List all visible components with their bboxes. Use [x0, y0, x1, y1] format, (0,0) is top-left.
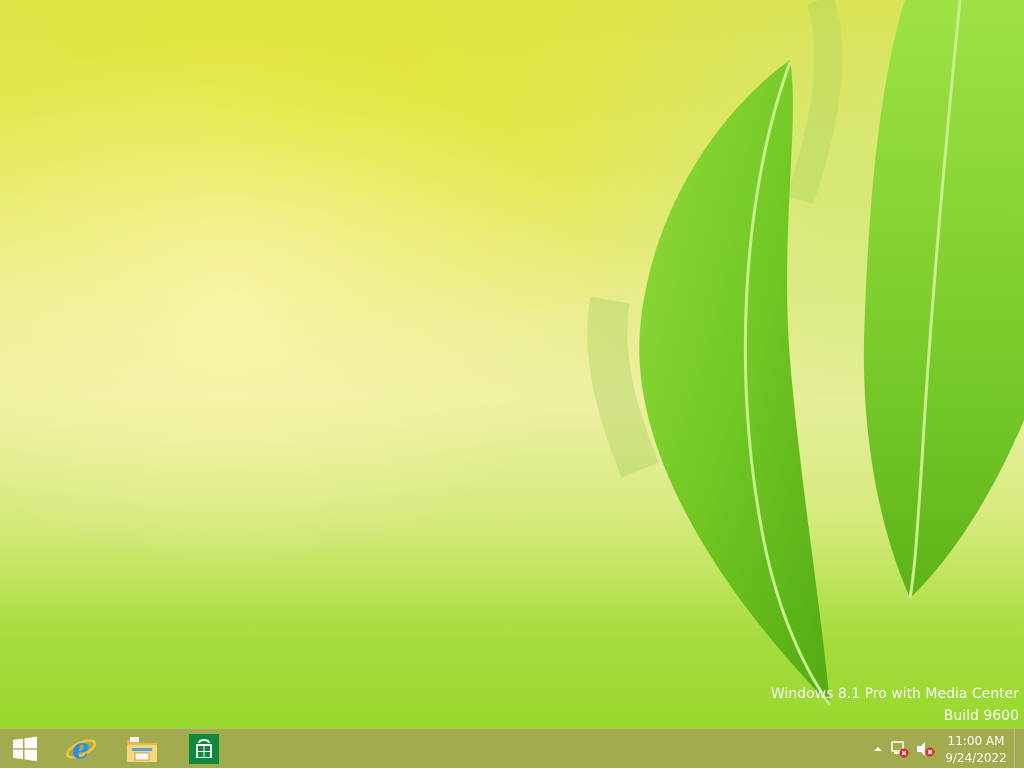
network-button[interactable]	[888, 729, 912, 769]
svg-text:e: e	[72, 732, 90, 765]
windows-watermark: Windows 8.1 Pro with Media Center Build …	[771, 683, 1019, 727]
leaf-right	[863, 0, 1024, 598]
file-explorer-icon	[127, 737, 157, 762]
volume-button[interactable]	[912, 729, 938, 769]
clock-time: 11:00 AM	[947, 734, 1005, 748]
system-tray: 11:00 AM 9/24/2022	[868, 729, 1024, 769]
watermark-build: Build 9600	[943, 708, 1019, 724]
store-button[interactable]	[175, 729, 233, 769]
show-desktop-button[interactable]	[1014, 729, 1024, 769]
show-hidden-icons-button[interactable]	[868, 729, 888, 769]
chevron-up-icon	[874, 747, 882, 751]
taskbar: e 11:00 AM 9/24/2022	[0, 728, 1024, 769]
start-button[interactable]	[0, 729, 50, 769]
watermark-edition: Windows 8.1 Pro with Media Center	[770, 686, 1019, 702]
clock-date: 9/24/2022	[945, 751, 1007, 765]
wallpaper-leaves	[587, 0, 1024, 706]
desktop[interactable]: Windows 8.1 Pro with Media Center Build …	[0, 0, 1024, 728]
network-disconnected-icon	[891, 741, 909, 758]
clock[interactable]: 11:00 AM 9/24/2022	[938, 729, 1014, 769]
windows-logo-icon	[13, 736, 37, 762]
file-explorer-button[interactable]	[113, 729, 171, 769]
volume-muted-icon	[917, 742, 935, 757]
internet-explorer-button[interactable]: e	[52, 729, 110, 769]
store-icon	[189, 734, 219, 764]
internet-explorer-icon: e	[65, 732, 97, 765]
